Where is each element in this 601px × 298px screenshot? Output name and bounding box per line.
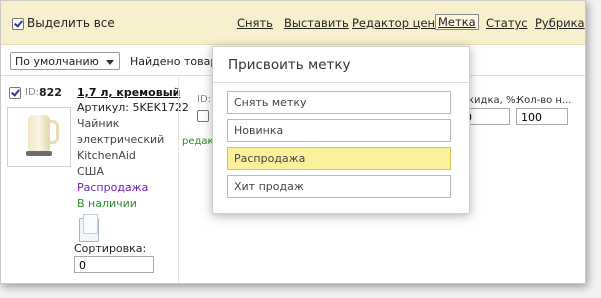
sort-order-label: Сортировка: <box>74 242 147 255</box>
product-desc-line-2: электрический <box>77 133 165 146</box>
action-unpublish[interactable]: Снять <box>237 16 273 30</box>
label-option-remove[interactable]: Снять метку <box>227 91 451 114</box>
product-stock-status: В наличии <box>77 197 137 210</box>
assign-label-popup: Присвоить метку Снять метку Новинка Расп… <box>212 46 470 214</box>
action-status[interactable]: Статус <box>486 16 528 30</box>
sort-order-input[interactable]: 0 <box>74 256 154 273</box>
found-count-text: Найдено товаро <box>130 55 225 68</box>
product-name-link[interactable]: 1,7 л, кремовый <box>77 86 180 99</box>
product-image[interactable] <box>7 107 71 167</box>
app-window: Выделить все Снять Выставить Редактор це… <box>0 0 586 284</box>
action-publish[interactable]: Выставить <box>284 16 349 30</box>
product-article: Артикул: 5KEK1722 <box>77 101 189 114</box>
popup-title: Присвоить метку <box>228 57 351 73</box>
label-option-new[interactable]: Новинка <box>227 119 451 142</box>
chevron-down-icon <box>106 60 114 65</box>
product-country: США <box>77 165 104 178</box>
kettle-body <box>28 115 50 151</box>
action-category[interactable]: Рубрика <box>535 16 585 30</box>
variant-checkbox[interactable] <box>197 110 209 122</box>
select-all-checkbox[interactable] <box>12 18 24 30</box>
bulk-actions-toolbar: Выделить все Снять Выставить Редактор це… <box>1 1 585 45</box>
discount-column-header: кидка, %: <box>468 95 519 106</box>
variant-edit-link[interactable]: редак <box>182 136 214 147</box>
product-checkbox[interactable] <box>9 87 21 99</box>
product-desc-line-3: KitchenAid <box>77 149 136 162</box>
document-icon[interactable] <box>79 214 99 242</box>
kettle-handle <box>49 120 59 144</box>
product-id-label: ID: <box>25 87 40 98</box>
quantity-input[interactable]: 100 <box>516 108 568 125</box>
kettle-base <box>26 151 52 156</box>
label-option-bestseller[interactable]: Хит продаж <box>227 175 451 198</box>
product-id: 822 <box>39 86 62 99</box>
sort-select[interactable]: По умолчанию <box>10 52 120 70</box>
popup-divider <box>213 82 469 83</box>
quantity-column-header: Кол-во н... <box>517 95 572 106</box>
action-price-editor[interactable]: Редактор цен <box>352 16 435 30</box>
sort-select-value: По умолчанию <box>15 55 99 68</box>
variant-id-label: ID: <box>197 94 212 105</box>
select-all-label[interactable]: Выделить все <box>27 16 115 30</box>
product-desc-line-1: Чайник <box>77 117 120 130</box>
column-divider <box>178 77 179 283</box>
product-tag: Распродажа <box>77 181 149 194</box>
label-option-sale[interactable]: Распродажа <box>227 147 451 170</box>
action-label[interactable]: Метка <box>435 14 479 30</box>
